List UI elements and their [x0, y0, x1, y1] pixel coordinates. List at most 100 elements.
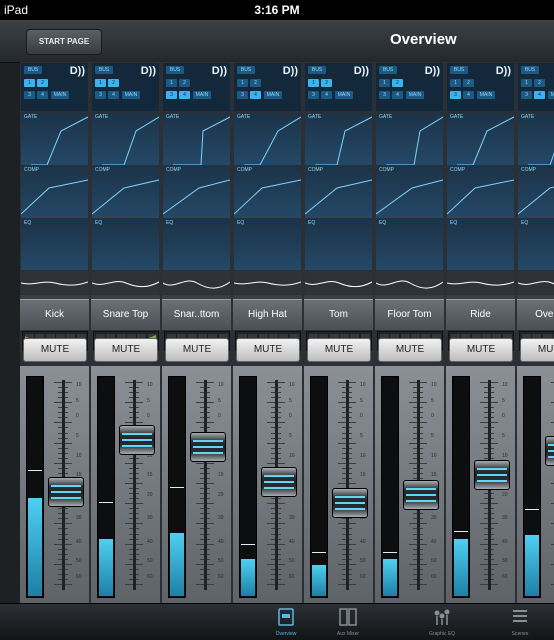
- channel-name[interactable]: Floor Tom: [375, 299, 444, 330]
- bus-button[interactable]: BUS: [308, 66, 326, 74]
- bus-4-button[interactable]: 4: [321, 91, 332, 99]
- routing-panel[interactable]: BUSD))1234MAIN: [21, 63, 88, 111]
- fader-track[interactable]: [133, 380, 136, 590]
- bus-2-button[interactable]: 2: [321, 79, 332, 87]
- comp-panel[interactable]: COMP: [234, 166, 301, 218]
- channel-name[interactable]: High Hat: [233, 299, 302, 330]
- comp-panel[interactable]: COMP: [376, 166, 443, 218]
- channel-name[interactable]: Overh..: [517, 299, 554, 330]
- gate-panel[interactable]: GATE: [234, 113, 301, 165]
- gate-panel[interactable]: GATE: [92, 113, 159, 165]
- bus-button[interactable]: BUS: [379, 66, 397, 74]
- bus-3-button[interactable]: 3: [450, 91, 461, 99]
- gate-panel[interactable]: GATE: [447, 113, 514, 165]
- mute-button[interactable]: MUTE: [23, 338, 87, 362]
- bus-button[interactable]: BUS: [521, 66, 539, 74]
- tab-scenes[interactable]: Scenes: [490, 604, 550, 640]
- gate-panel[interactable]: GATE: [376, 113, 443, 165]
- gate-panel[interactable]: GATE: [163, 113, 230, 165]
- bus-4-button[interactable]: 4: [108, 91, 119, 99]
- eq-panel[interactable]: EQ: [234, 219, 301, 270]
- comp-panel[interactable]: COMP: [518, 166, 554, 218]
- bus-4-button[interactable]: 4: [463, 91, 474, 99]
- fader-knob[interactable]: [261, 467, 297, 497]
- fader-track[interactable]: [204, 380, 207, 590]
- mute-button[interactable]: MUTE: [520, 338, 554, 362]
- eq-panel[interactable]: EQ: [92, 219, 159, 270]
- mute-button[interactable]: MUTE: [236, 338, 300, 362]
- bus-3-button[interactable]: 3: [521, 91, 532, 99]
- bus-2-button[interactable]: 2: [392, 79, 403, 87]
- bus-2-button[interactable]: 2: [534, 79, 545, 87]
- channel-name[interactable]: Ride: [446, 299, 515, 330]
- main-button[interactable]: MAIN: [406, 91, 424, 99]
- bus-button[interactable]: BUS: [95, 66, 113, 74]
- channel-name[interactable]: Snare Top: [91, 299, 160, 330]
- gate-panel[interactable]: GATE: [21, 113, 88, 165]
- mute-button[interactable]: MUTE: [165, 338, 229, 362]
- bus-3-button[interactable]: 3: [237, 91, 248, 99]
- eq-panel[interactable]: EQ: [376, 219, 443, 270]
- mute-button[interactable]: MUTE: [378, 338, 442, 362]
- fader-track[interactable]: [346, 380, 349, 590]
- main-button[interactable]: MAIN: [122, 91, 140, 99]
- comp-panel[interactable]: COMP: [92, 166, 159, 218]
- bus-1-button[interactable]: 1: [450, 79, 461, 87]
- bus-3-button[interactable]: 3: [95, 91, 106, 99]
- bus-3-button[interactable]: 3: [379, 91, 390, 99]
- comp-panel[interactable]: COMP: [163, 166, 230, 218]
- bus-button[interactable]: BUS: [450, 66, 468, 74]
- bus-1-button[interactable]: 1: [521, 79, 532, 87]
- comp-panel[interactable]: COMP: [447, 166, 514, 218]
- bus-4-button[interactable]: 4: [250, 91, 261, 99]
- eq-panel[interactable]: EQ: [305, 219, 372, 270]
- fader-knob[interactable]: [545, 436, 554, 466]
- main-button[interactable]: MAIN: [51, 91, 69, 99]
- bus-4-button[interactable]: 4: [392, 91, 403, 99]
- mute-button[interactable]: MUTE: [307, 338, 371, 362]
- bus-2-button[interactable]: 2: [37, 79, 48, 87]
- bus-1-button[interactable]: 1: [379, 79, 390, 87]
- bus-2-button[interactable]: 2: [463, 79, 474, 87]
- bus-3-button[interactable]: 3: [308, 91, 319, 99]
- fader-knob[interactable]: [403, 480, 439, 510]
- bus-2-button[interactable]: 2: [108, 79, 119, 87]
- bus-4-button[interactable]: 4: [534, 91, 545, 99]
- bus-1-button[interactable]: 1: [237, 79, 248, 87]
- bus-button[interactable]: BUS: [237, 66, 255, 74]
- bus-3-button[interactable]: 3: [24, 91, 35, 99]
- fader-knob[interactable]: [474, 460, 510, 490]
- routing-panel[interactable]: BUSD))1234MAIN: [92, 63, 159, 111]
- comp-panel[interactable]: COMP: [21, 166, 88, 218]
- bus-4-button[interactable]: 4: [37, 91, 48, 99]
- tab-aux-mixer[interactable]: Aux Mixer: [318, 604, 378, 640]
- routing-panel[interactable]: BUSD))1234MAIN: [518, 63, 554, 111]
- tab-graphic-eq[interactable]: Graphic EQ: [412, 604, 472, 640]
- fader-knob[interactable]: [48, 477, 84, 507]
- comp-panel[interactable]: COMP: [305, 166, 372, 218]
- bus-1-button[interactable]: 1: [308, 79, 319, 87]
- bus-1-button[interactable]: 1: [95, 79, 106, 87]
- routing-panel[interactable]: BUSD))1234MAIN: [163, 63, 230, 111]
- main-button[interactable]: MAIN: [477, 91, 495, 99]
- main-button[interactable]: MAIN: [548, 91, 554, 99]
- bus-button[interactable]: BUS: [166, 66, 184, 74]
- eq-panel[interactable]: EQ: [518, 219, 554, 270]
- main-button[interactable]: MAIN: [193, 91, 211, 99]
- start-page-button[interactable]: START PAGE: [26, 29, 102, 55]
- routing-panel[interactable]: BUSD))1234MAIN: [234, 63, 301, 111]
- mute-button[interactable]: MUTE: [449, 338, 513, 362]
- gate-panel[interactable]: GATE: [305, 113, 372, 165]
- eq-panel[interactable]: EQ: [447, 219, 514, 270]
- fader-knob[interactable]: [119, 425, 155, 455]
- bus-2-button[interactable]: 2: [179, 79, 190, 87]
- routing-panel[interactable]: BUSD))1234MAIN: [376, 63, 443, 111]
- channel-name[interactable]: Kick: [20, 299, 89, 330]
- channel-name[interactable]: Snar..ttom: [162, 299, 231, 330]
- routing-panel[interactable]: BUSD))1234MAIN: [447, 63, 514, 111]
- fader-knob[interactable]: [190, 432, 226, 462]
- fader-knob[interactable]: [332, 488, 368, 518]
- eq-panel[interactable]: EQ: [21, 219, 88, 270]
- mute-button[interactable]: MUTE: [94, 338, 158, 362]
- channel-name[interactable]: Tom: [304, 299, 373, 330]
